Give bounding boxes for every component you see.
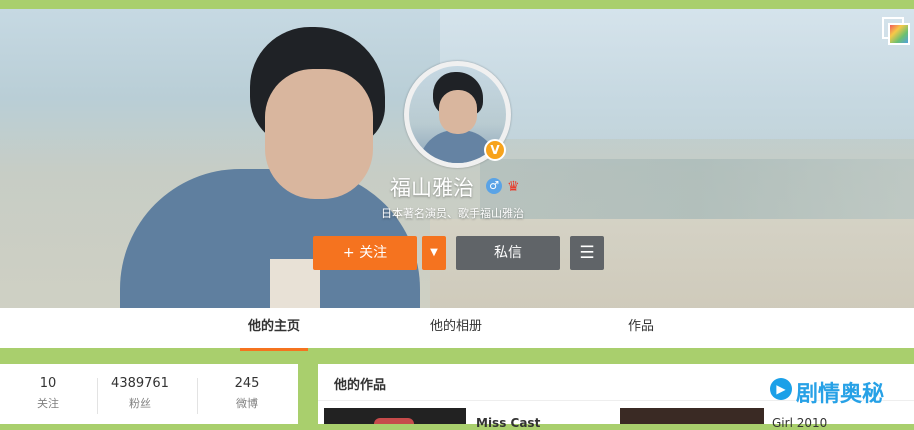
change-cover-icon-color <box>888 23 910 45</box>
stat-following[interactable]: 10 关注 <box>0 376 98 411</box>
follow-dropdown-button[interactable]: ▼ <box>422 236 446 270</box>
tab-home[interactable]: 他的主页 <box>240 308 308 351</box>
stat-posts-value: 245 <box>234 376 260 391</box>
more-menu-icon[interactable]: ☰ <box>570 236 604 270</box>
banner-sea <box>480 159 914 219</box>
work-thumbnail[interactable] <box>620 408 764 424</box>
stat-posts[interactable]: 245 微博 <box>197 376 297 411</box>
profile-description: 日本著名演员、歌手福山雅治 <box>381 207 524 220</box>
verified-icon: V <box>484 139 506 161</box>
work-thumbnail-detail <box>374 418 414 424</box>
crown-icon: ♛ <box>507 179 520 195</box>
change-cover-icon[interactable] <box>882 17 910 45</box>
tab-works[interactable]: 作品 <box>628 308 654 348</box>
stat-following-label: 关注 <box>37 397 59 410</box>
banner-sky <box>440 9 914 139</box>
works-title: 他的作品 <box>334 378 387 393</box>
banner-portrait-face <box>265 69 373 199</box>
profile-stats: 10 关注 4389761 粉丝 245 微博 <box>0 364 298 424</box>
stat-followers[interactable]: 4389761 粉丝 <box>90 376 190 411</box>
work-title[interactable]: Girl 2010 <box>772 416 827 430</box>
avatar-face <box>439 90 477 134</box>
work-title[interactable]: Miss Cast <box>476 416 540 430</box>
play-icon: ▶ <box>770 378 792 400</box>
male-gender-icon: ♂ <box>486 178 502 194</box>
watermark-text: 剧情奥秘 <box>796 382 885 407</box>
stat-followers-label: 粉丝 <box>129 397 151 410</box>
message-button[interactable]: 私信 <box>456 236 560 270</box>
stat-followers-value: 4389761 <box>111 376 169 391</box>
stat-posts-label: 微博 <box>236 397 258 410</box>
profile-tabs: 他的主页 他的相册 作品 <box>0 308 914 351</box>
stat-following-value: 10 <box>39 376 57 391</box>
tab-albums[interactable]: 他的相册 <box>430 308 482 348</box>
follow-button[interactable]: + 关注 <box>313 236 417 270</box>
profile-name: 福山雅治 <box>390 176 474 200</box>
